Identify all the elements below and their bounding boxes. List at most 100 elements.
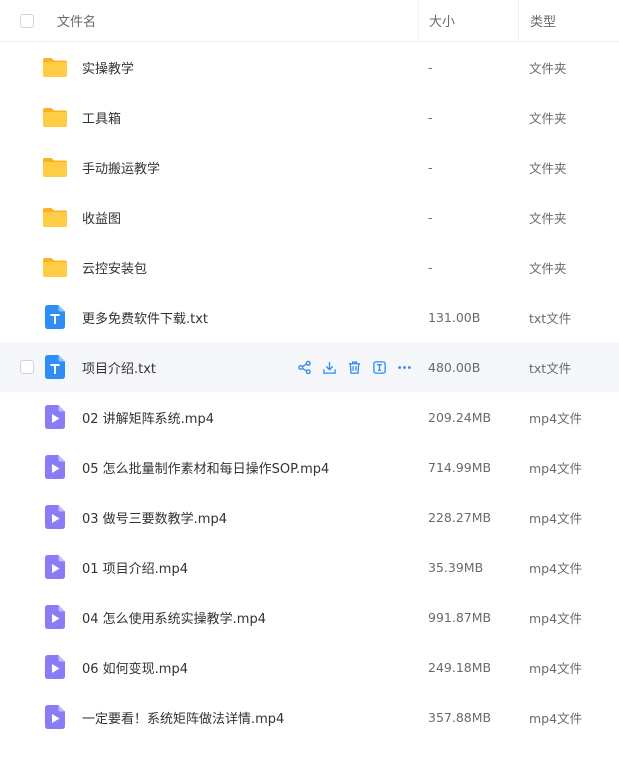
- file-row[interactable]: 03 做号三要数教学.mp4 228.27MB mp4文件: [0, 492, 619, 542]
- file-name[interactable]: 03 做号三要数教学.mp4: [82, 508, 227, 527]
- file-row[interactable]: 更多免费软件下载.txt 131.00B txt文件: [0, 292, 619, 342]
- folder-icon: [41, 253, 69, 281]
- file-type: 文件夹: [529, 60, 567, 76]
- file-size: 714.99MB: [428, 459, 492, 475]
- column-header-size[interactable]: 大小: [418, 0, 518, 42]
- file-size: -: [428, 59, 433, 75]
- row-actions: [296, 342, 412, 392]
- row-checkbox-cell: [0, 310, 40, 324]
- file-name-cell: 工具箱: [40, 92, 418, 142]
- download-icon[interactable]: [321, 359, 337, 375]
- file-name-cell: 01 项目介绍.mp4: [40, 542, 418, 592]
- file-name-cell: 02 讲解矩阵系统.mp4: [40, 392, 418, 442]
- row-checkbox-cell: [0, 210, 40, 224]
- video-file-icon: [41, 503, 69, 531]
- file-size: 991.87MB: [428, 609, 492, 625]
- video-file-icon: [41, 553, 69, 581]
- file-size: 357.88MB: [428, 709, 492, 725]
- file-type: txt文件: [529, 310, 572, 326]
- file-row[interactable]: 工具箱 - 文件夹: [0, 92, 619, 142]
- video-file-icon: [41, 453, 69, 481]
- row-checkbox-cell: [0, 110, 40, 124]
- file-size: 480.00B: [428, 359, 481, 375]
- file-name[interactable]: 实操教学: [82, 58, 134, 77]
- file-row[interactable]: 收益图 - 文件夹: [0, 192, 619, 242]
- file-row[interactable]: 一定要看！系统矩阵做法详情.mp4 357.88MB mp4文件: [0, 692, 619, 742]
- row-checkbox-cell: [0, 260, 40, 274]
- row-checkbox-cell: [0, 460, 40, 474]
- file-name-cell: 04 怎么使用系统实操教学.mp4: [40, 592, 418, 642]
- file-size: 35.39MB: [428, 559, 484, 575]
- video-file-icon: [41, 603, 69, 631]
- file-name[interactable]: 一定要看！系统矩阵做法详情.mp4: [82, 708, 284, 727]
- row-checkbox[interactable]: [20, 360, 34, 374]
- file-name-cell: 06 如何变现.mp4: [40, 642, 418, 692]
- txt-file-icon: [41, 353, 69, 381]
- more-icon[interactable]: [396, 359, 412, 375]
- folder-icon: [41, 53, 69, 81]
- video-file-icon: [41, 653, 69, 681]
- row-checkbox-cell: [0, 60, 40, 74]
- file-type: mp4文件: [529, 560, 583, 576]
- file-name-cell: 03 做号三要数教学.mp4: [40, 492, 418, 542]
- file-name-cell: 收益图: [40, 192, 418, 242]
- select-all-checkbox[interactable]: [20, 13, 34, 28]
- file-row[interactable]: 05 怎么批量制作素材和每日操作SOP.mp4 714.99MB mp4文件: [0, 442, 619, 492]
- file-type: 文件夹: [529, 110, 567, 126]
- file-name[interactable]: 06 如何变现.mp4: [82, 658, 188, 677]
- row-checkbox-cell: [0, 710, 40, 724]
- file-name[interactable]: 云控安装包: [82, 258, 147, 277]
- file-size: -: [428, 159, 433, 175]
- share-icon[interactable]: [296, 359, 312, 375]
- folder-icon: [41, 203, 69, 231]
- file-row[interactable]: 手动搬运教学 - 文件夹: [0, 142, 619, 192]
- file-size: 209.24MB: [428, 409, 492, 425]
- file-type: 文件夹: [529, 160, 567, 176]
- delete-icon[interactable]: [346, 359, 362, 375]
- file-name-cell: 手动搬运教学: [40, 142, 418, 192]
- file-type: mp4文件: [529, 510, 583, 526]
- file-type: mp4文件: [529, 660, 583, 676]
- file-row[interactable]: 项目介绍.txt 480.00B txt文件: [0, 342, 619, 392]
- file-name[interactable]: 05 怎么批量制作素材和每日操作SOP.mp4: [82, 458, 329, 477]
- row-checkbox-cell: [0, 160, 40, 174]
- file-type: mp4文件: [529, 410, 583, 426]
- file-name-cell: 实操教学: [40, 42, 418, 92]
- file-type: mp4文件: [529, 710, 583, 726]
- row-checkbox-cell: [0, 410, 40, 424]
- file-row[interactable]: 02 讲解矩阵系统.mp4 209.24MB mp4文件: [0, 392, 619, 442]
- folder-icon: [41, 103, 69, 131]
- file-list-header: 文件名 大小 类型: [0, 0, 619, 42]
- file-name[interactable]: 手动搬运教学: [82, 158, 160, 177]
- video-file-icon: [41, 403, 69, 431]
- row-checkbox-cell: [0, 660, 40, 674]
- file-name[interactable]: 收益图: [82, 208, 121, 227]
- file-row[interactable]: 04 怎么使用系统实操教学.mp4 991.87MB mp4文件: [0, 592, 619, 642]
- file-name-cell: 云控安装包: [40, 242, 418, 292]
- file-size: -: [428, 209, 433, 225]
- column-header-name[interactable]: 文件名: [40, 0, 418, 41]
- file-row[interactable]: 06 如何变现.mp4 249.18MB mp4文件: [0, 642, 619, 692]
- file-row[interactable]: 实操教学 - 文件夹: [0, 42, 619, 92]
- file-name[interactable]: 项目介绍.txt: [82, 358, 156, 377]
- file-name-cell: 05 怎么批量制作素材和每日操作SOP.mp4: [40, 442, 418, 492]
- file-name[interactable]: 01 项目介绍.mp4: [82, 558, 188, 577]
- file-type: mp4文件: [529, 460, 583, 476]
- file-size: 228.27MB: [428, 509, 492, 525]
- rename-icon[interactable]: [371, 359, 387, 375]
- file-name[interactable]: 工具箱: [82, 108, 121, 127]
- file-name[interactable]: 04 怎么使用系统实操教学.mp4: [82, 608, 266, 627]
- video-file-icon: [41, 703, 69, 731]
- file-name[interactable]: 更多免费软件下载.txt: [82, 308, 208, 327]
- column-header-type[interactable]: 类型: [518, 0, 619, 42]
- file-size: 131.00B: [428, 309, 481, 325]
- row-checkbox-cell: [0, 610, 40, 624]
- file-row[interactable]: 01 项目介绍.mp4 35.39MB mp4文件: [0, 542, 619, 592]
- file-type: 文件夹: [529, 210, 567, 226]
- file-name[interactable]: 02 讲解矩阵系统.mp4: [82, 408, 214, 427]
- row-checkbox-cell: [0, 510, 40, 524]
- file-type: mp4文件: [529, 610, 583, 626]
- file-name-cell: 一定要看！系统矩阵做法详情.mp4: [40, 692, 418, 742]
- file-name-cell: 更多免费软件下载.txt: [40, 292, 418, 342]
- file-row[interactable]: 云控安装包 - 文件夹: [0, 242, 619, 292]
